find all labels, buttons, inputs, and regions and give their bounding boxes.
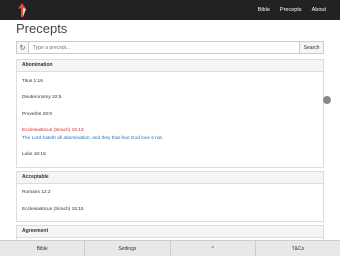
verse-text: The Lord hateth all abomination; and the… [22,136,164,141]
search-button[interactable]: Search [299,41,324,54]
scroll-handle[interactable] [323,96,331,104]
logo-icon[interactable] [16,3,28,17]
tab-bible[interactable]: Bible [0,241,86,256]
precept-panel-abomination: Abomination Titus 1:16 Deuteronomy 22:5 … [16,59,324,168]
chevron-up-icon: ^ [211,245,214,252]
reference-link-active[interactable]: Ecclesiasticus (Sirach) 15:13 [22,128,84,133]
search-bar: ↻ Search [16,41,324,54]
page-title: Precepts [16,21,68,36]
bottom-tabbar: Bible Settings ^ T&Cs [0,240,340,256]
nav-link-precepts[interactable]: Precepts [280,7,302,13]
reference-link[interactable]: Romans 12:2 [22,190,51,195]
panel-heading: Agreement [17,226,323,238]
tab-terms[interactable]: T&Cs [256,241,340,256]
precept-panel-acceptable: Acceptable Romans 12:2 Ecclesiasticus (S… [16,171,324,222]
refresh-icon: ↻ [19,44,26,52]
reference-link[interactable]: Deuteronomy 22:5 [22,95,61,100]
panel-heading: Acceptable [17,172,323,184]
reference-link[interactable]: Luke 16:15 [22,152,46,157]
nav-link-about[interactable]: About [312,7,326,13]
top-navbar: Bible Precepts About [0,0,340,20]
scroll-top-button[interactable]: ^ [171,241,256,256]
reference-link[interactable]: Proverbs 28:9 [22,112,52,117]
precept-panel-agreement: Agreement [16,225,324,241]
panel-heading: Abomination [17,60,323,72]
reference-link[interactable]: Titus 1:16 [22,79,43,84]
refresh-button[interactable]: ↻ [16,41,29,54]
nav-links: Bible Precepts About [258,0,326,20]
search-input[interactable] [29,41,299,54]
reference-link[interactable]: Ecclesiasticus (Sirach) 15:15 [22,207,84,212]
tab-settings[interactable]: Settings [85,241,171,256]
nav-link-bible[interactable]: Bible [258,7,270,13]
